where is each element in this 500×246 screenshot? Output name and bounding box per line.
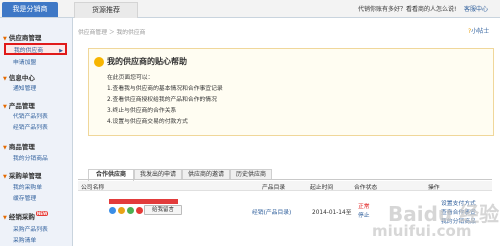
- help-box: 我的供应商的贴心帮助 在此页面您可以： 1.查看我与供应商的基本情况和合作事宜记…: [88, 48, 494, 136]
- shield-icon: [109, 207, 116, 214]
- triangle-down-icon: ▼: [3, 36, 7, 42]
- arrow-right-icon: ▶: [59, 48, 63, 54]
- medal-icon: [118, 207, 125, 214]
- catalog-link[interactable]: 经销(产品目录): [252, 207, 291, 216]
- sidebar-section-supplier[interactable]: ▼ 供应商管理: [3, 32, 41, 42]
- help-line: 1.查看我与供应商的基本情况和合作事宜记录: [107, 86, 223, 92]
- tab-divider: [78, 179, 492, 180]
- sidebar-section-info[interactable]: ▼ 信息中心: [3, 72, 35, 82]
- triangle-down-icon: ▼: [3, 104, 7, 110]
- sidebar-section-goods[interactable]: ▼ 商品管理: [3, 141, 35, 151]
- sidebar-item-consign-products[interactable]: 代销产品列表: [13, 111, 48, 120]
- triangle-down-icon: ▼: [3, 76, 7, 82]
- sidebar-item-purchase-list[interactable]: 采购清单: [13, 235, 36, 244]
- sidebar-item-apply-join[interactable]: 申请加盟: [13, 57, 36, 66]
- sidebar-section-purchase-orders[interactable]: ▼ 采购单管理: [3, 170, 41, 180]
- col-company: 公司名称: [81, 185, 105, 191]
- col-status: 合作状态: [354, 185, 378, 191]
- service-center-link[interactable]: 客服中心: [464, 4, 488, 13]
- top-bar: 我是分销商 货源推荐 代销你账有多好？看看商的人怎么说! 客服中心: [0, 0, 500, 18]
- triangle-down-icon: ▼: [3, 145, 7, 151]
- help-line: 3.终止与供应商的合作关系: [107, 108, 177, 114]
- tab-supply-recommend[interactable]: 货源推荐: [74, 2, 138, 18]
- promo-link[interactable]: 代销你账有多好？看看商的人怎么说!: [358, 4, 456, 13]
- leave-message-button[interactable]: 给我留言: [144, 205, 182, 215]
- sidebar-section-dealer-purchase[interactable]: ▼ 经销采购 NEW: [3, 211, 49, 221]
- col-catalog: 产品目录: [262, 185, 286, 191]
- tab-distributor[interactable]: 我是分销商: [2, 2, 58, 17]
- help-line: 在此页面您可以：: [107, 75, 154, 81]
- table-header: 公司名称 产品目录 起止时间 合作状态 操作: [78, 181, 492, 191]
- sidebar-item-my-goods[interactable]: 我的分销商品: [13, 153, 48, 162]
- status-normal: 正常: [358, 204, 370, 210]
- breadcrumb: 供应商管理 ＞ 我的供应商: [78, 30, 146, 36]
- lightbulb-icon: [94, 57, 104, 67]
- period-value: 2014-01-14至: [312, 210, 352, 216]
- sidebar-item-notices[interactable]: 通知管理: [13, 83, 36, 92]
- sidebar-item-purchase-products[interactable]: 采购产品列表: [13, 224, 48, 233]
- help-line: 2.查看供应商授权给我的产品和合作的情况: [107, 97, 217, 103]
- sidebar-section-products[interactable]: ▼ 产品管理: [3, 100, 35, 110]
- col-period: 起止时间: [310, 185, 334, 191]
- sidebar-item-my-suppliers[interactable]: 我的供应商 ▶: [4, 43, 67, 55]
- sidebar-item-my-purchase-orders[interactable]: 我的采购单: [13, 182, 42, 191]
- stop-link[interactable]: 停止: [358, 210, 370, 219]
- triangle-down-icon: ▼: [3, 174, 7, 180]
- star-icon: [136, 207, 143, 214]
- help-line: 4.设置与供应商交易的付款方式: [107, 119, 188, 125]
- new-badge: NEW: [35, 211, 49, 216]
- triangle-down-icon: ▼: [3, 215, 7, 221]
- help-title: 我的供应商的贴心帮助: [107, 57, 187, 66]
- tips-link[interactable]: ?小帖士: [468, 26, 489, 35]
- sidebar-item-dealer-products[interactable]: 经销产品列表: [13, 122, 48, 131]
- watermark-url: miuifui.com: [372, 222, 472, 240]
- col-actions: 操作: [428, 185, 440, 191]
- sidebar-item-cache[interactable]: 缓存管理: [13, 193, 36, 202]
- company-name-redacted[interactable]: [109, 199, 178, 204]
- check-icon: [127, 207, 134, 214]
